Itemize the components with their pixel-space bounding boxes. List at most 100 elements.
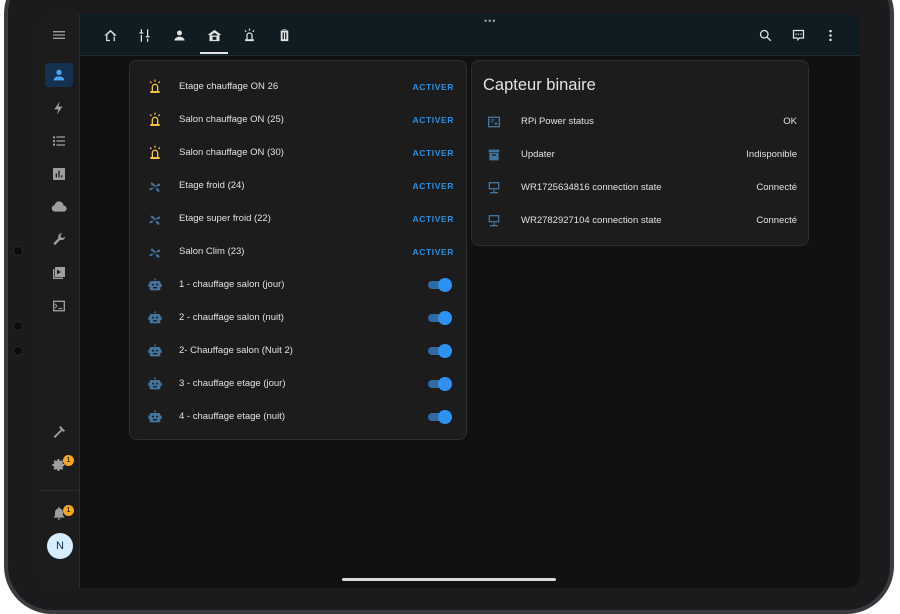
entity-name: 4 - chauffage etage (nuit) (179, 411, 285, 422)
activate-button[interactable]: ACTIVER (412, 115, 454, 125)
activate-button[interactable]: ACTIVER (412, 181, 454, 191)
sidebar-item-energy[interactable] (45, 96, 73, 120)
sensor-row[interactable]: RPi Power status OK (472, 105, 808, 138)
robot-icon (148, 310, 162, 323)
sidebar-item-cloud[interactable] (45, 195, 73, 219)
monitor-network-icon (488, 214, 500, 226)
entity-state: Connecté (756, 182, 797, 193)
monitor-network-icon (488, 181, 500, 193)
entity-toggle[interactable] (427, 343, 452, 358)
entity-name: 3 - chauffage etage (jour) (179, 378, 286, 389)
activate-button[interactable]: ACTIVER (412, 148, 454, 158)
sliders-icon (139, 28, 149, 42)
person-icon (53, 69, 65, 81)
automation-row[interactable]: 1 - chauffage salon (jour) (130, 268, 466, 301)
app-screen: 1 1 N ••• Etage chauffage ON 26 ACTIVER … (39, 14, 860, 588)
card-title: Capteur binaire (483, 76, 596, 94)
sensor-row[interactable]: Updater Indisponible (472, 138, 808, 171)
sensor-row[interactable]: WR1725634816 connection state Connecté (472, 171, 808, 204)
siren-icon (146, 144, 164, 162)
entity-name: RPi Power status (521, 116, 594, 127)
comment-icon (792, 29, 804, 41)
robot-icon (146, 342, 164, 360)
notifications-badge: 1 (63, 505, 74, 516)
sidebar-item-history[interactable] (45, 162, 73, 186)
entity-name: Etage super froid (22) (179, 213, 271, 224)
entity-toggle[interactable] (427, 409, 452, 424)
sidebar-item-developer-tools[interactable] (45, 420, 73, 444)
tab-person[interactable] (165, 22, 193, 48)
sidebar-divider (39, 490, 79, 491)
hammer-icon (53, 426, 65, 438)
script-row[interactable]: Salon Clim (23) ACTIVER (130, 235, 466, 268)
sidebar-item-person[interactable] (45, 63, 73, 87)
fan-icon (146, 177, 164, 195)
home-indicator[interactable] (342, 578, 556, 581)
siren-icon (244, 28, 254, 41)
overflow-menu-button[interactable] (820, 25, 840, 45)
sidebar-item-media[interactable] (45, 261, 73, 285)
robot-icon (148, 409, 162, 422)
tab-house[interactable] (200, 22, 228, 54)
entity-name: Etage chauffage ON 26 (179, 81, 279, 92)
entity-name: 2 - chauffage salon (nuit) (179, 312, 284, 323)
script-row[interactable]: Etage chauffage ON 26 ACTIVER (130, 70, 466, 103)
activate-button[interactable]: ACTIVER (412, 214, 454, 224)
raspberry-icon (488, 116, 500, 127)
fan-icon (149, 214, 161, 225)
wrench-icon (53, 233, 66, 246)
robot-icon (146, 276, 164, 294)
chart-icon (53, 168, 65, 180)
sidebar-item-terminal[interactable] (45, 294, 73, 318)
sidebar-item-logbook[interactable] (45, 129, 73, 153)
terminal-icon (53, 300, 65, 312)
robot-icon (148, 376, 162, 389)
entity-name: WR1725634816 connection state (521, 182, 662, 193)
robot-icon (146, 309, 164, 327)
entity-state: OK (783, 116, 797, 127)
entities-card: Etage chauffage ON 26 ACTIVER Salon chauff… (129, 60, 467, 440)
drag-handle-dots[interactable]: ••• (484, 16, 496, 26)
script-row[interactable]: Salon chauffage ON (30) ACTIVER (130, 136, 466, 169)
package-icon (488, 149, 500, 160)
script-row[interactable]: Etage super froid (22) ACTIVER (130, 202, 466, 235)
fan-icon (146, 210, 164, 228)
fan-icon (149, 181, 161, 192)
entity-toggle[interactable] (427, 310, 452, 325)
tab-home[interactable] (96, 22, 124, 48)
avatar[interactable]: N (47, 533, 73, 559)
script-row[interactable]: Salon chauffage ON (25) ACTIVER (130, 103, 466, 136)
sensor-row[interactable]: WR2782927104 connection state Connecté (472, 204, 808, 237)
automation-row[interactable]: 3 - chauffage etage (jour) (130, 367, 466, 400)
package-icon (485, 146, 503, 164)
entity-name: Salon chauffage ON (30) (179, 147, 284, 158)
side-sensor (13, 321, 23, 331)
activate-button[interactable]: ACTIVER (412, 82, 454, 92)
top-toolbar: ••• (80, 14, 860, 56)
assist-button[interactable] (788, 25, 808, 45)
entity-name: WR2782927104 connection state (521, 215, 662, 226)
tab-trash[interactable] (270, 22, 298, 48)
list-icon (53, 136, 65, 146)
search-button[interactable] (755, 25, 775, 45)
entity-state: Indisponible (746, 149, 797, 160)
automation-row[interactable]: 4 - chauffage etage (nuit) (130, 400, 466, 433)
entity-name: Updater (521, 149, 555, 160)
fan-icon (146, 243, 164, 261)
automation-row[interactable]: 2 - chauffage salon (nuit) (130, 301, 466, 334)
menu-button[interactable] (45, 23, 73, 47)
toggle-knob (438, 409, 452, 424)
automation-row[interactable]: 2- Chauffage salon (Nuit 2) (130, 334, 466, 367)
tab-alerts[interactable] (235, 22, 263, 48)
entity-name: 1 - chauffage salon (jour) (179, 279, 285, 290)
script-row[interactable]: Etage froid (24) ACTIVER (130, 169, 466, 202)
entity-toggle[interactable] (427, 277, 452, 292)
toggle-knob (438, 376, 452, 391)
entity-name: Salon chauffage ON (25) (179, 114, 284, 125)
activate-button[interactable]: ACTIVER (412, 247, 454, 257)
tab-controls[interactable] (130, 22, 158, 48)
sidebar-item-tools[interactable] (45, 228, 73, 252)
robot-icon (146, 408, 164, 426)
siren-icon (146, 111, 164, 129)
entity-toggle[interactable] (427, 376, 452, 391)
